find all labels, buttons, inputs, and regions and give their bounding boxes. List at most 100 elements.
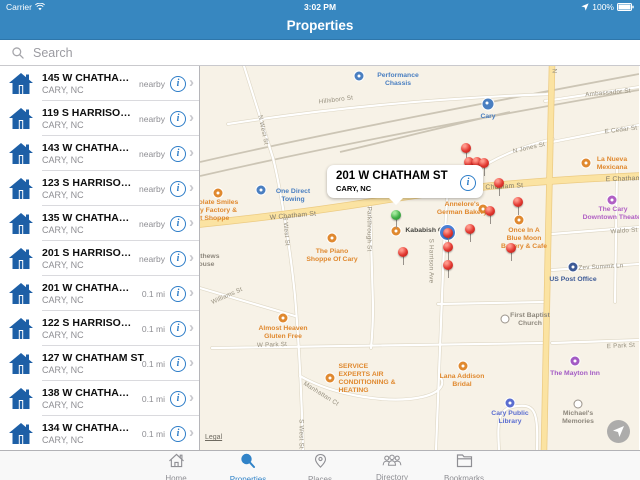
property-distance: nearby <box>127 219 165 229</box>
street-label: Parkthrough St <box>366 207 373 252</box>
street-label: W Park St <box>257 341 287 349</box>
list-item-text: 201 S HARRISO…CARY, NC <box>42 247 127 270</box>
poi-label: Lana AddisonBridal <box>440 373 485 389</box>
property-pin[interactable] <box>443 260 453 280</box>
list-item-text: 135 W CHATHA…CARY, NC <box>42 212 127 235</box>
property-distance: 0.1 mi <box>127 324 165 334</box>
tab-label: Properties <box>230 475 266 480</box>
info-icon[interactable]: i <box>170 426 186 442</box>
search-row <box>0 40 640 66</box>
property-pin[interactable] <box>465 224 475 244</box>
poi-label: SERVICEEXPERTS AIRCONDITIONING &HEATING <box>338 363 395 395</box>
list-item[interactable]: 201 W CHATHA…CARY, NC0.1 mii› <box>0 276 199 311</box>
search-input[interactable] <box>31 45 185 61</box>
tab-label: Places <box>308 475 332 480</box>
chevron-right-icon: › <box>189 250 194 265</box>
poi-icon <box>571 357 580 366</box>
callout-info-icon[interactable]: i <box>460 175 476 191</box>
search-icon <box>12 47 24 59</box>
house-icon <box>8 72 34 95</box>
tab-places[interactable]: Places <box>298 451 342 480</box>
property-distance: 0.1 mi <box>127 289 165 299</box>
property-list[interactable]: 145 W CHATHA…CARY, NCnearbyi›119 S HARRI… <box>0 66 200 450</box>
list-item[interactable]: 134 W CHATHA…CARY, NC0.1 mii› <box>0 416 199 450</box>
info-icon[interactable]: i <box>170 321 186 337</box>
list-item[interactable]: 122 S HARRISO…CARY, NC0.1 mi i› <box>0 311 199 346</box>
property-title: 122 S HARRISO… <box>42 317 127 329</box>
tab-bookmarks[interactable]: Bookmarks <box>442 451 486 480</box>
list-item-text: 143 W CHATHA…CARY, NC <box>42 142 127 165</box>
list-item[interactable]: 145 W CHATHA…CARY, NCnearbyi› <box>0 66 199 101</box>
info-icon[interactable]: i <box>170 146 186 162</box>
poi-label: Annelore'sGerman Bakery <box>437 201 487 217</box>
poi-icon <box>355 72 364 81</box>
chevron-right-icon: › <box>189 355 194 370</box>
property-title: 138 W CHATHA… <box>42 387 127 399</box>
tab-properties[interactable]: Properties <box>226 451 270 480</box>
chevron-right-icon: › <box>189 180 194 195</box>
house-icon <box>8 422 34 445</box>
info-icon[interactable]: i <box>170 111 186 127</box>
info-icon[interactable]: i <box>170 356 186 372</box>
poi-label: Cary PublicLibrary <box>491 410 528 426</box>
street-label: E Chatham St <box>606 175 639 184</box>
chevron-right-icon: › <box>189 320 194 335</box>
property-distance: 0.1 mi <box>127 394 165 404</box>
callout-title: 201 W CHATHAM ST <box>336 170 457 182</box>
info-icon[interactable]: i <box>170 76 186 92</box>
poi-label: First BaptistChurch <box>510 312 550 328</box>
info-icon[interactable]: i <box>170 181 186 197</box>
poi-label: Almost HeavenGluten Free <box>258 325 307 341</box>
tab-label: Bookmarks <box>444 474 484 480</box>
property-title: 135 W CHATHA… <box>42 212 127 224</box>
legal-link[interactable]: Legal <box>205 434 222 441</box>
property-pin[interactable] <box>513 197 523 217</box>
poi-icon <box>574 400 583 409</box>
info-icon[interactable]: i <box>170 286 186 302</box>
locate-me-button[interactable] <box>607 420 630 443</box>
poi-icon <box>483 99 494 110</box>
poi-label: Michael'sMemories <box>562 410 594 426</box>
property-city: CARY, NC <box>42 120 127 130</box>
list-item[interactable]: 138 W CHATHA…CARY, NC0.1 mii› <box>0 381 199 416</box>
poi-label: US Post Office <box>549 276 596 284</box>
map[interactable]: Hillsboro StN West StAmbassador StE Ceda… <box>200 66 639 450</box>
property-title: 127 W CHATHAM ST <box>42 352 127 364</box>
list-item[interactable]: 143 W CHATHA…CARY, NCnearbyi› <box>0 136 199 171</box>
tab-home[interactable]: Home <box>154 451 198 480</box>
house-icon <box>8 282 34 305</box>
list-item[interactable]: 123 S HARRISO…CARY, NCnearbyi› <box>0 171 199 206</box>
map-roads <box>200 66 639 450</box>
poi-label: Cary <box>480 113 495 121</box>
property-distance: nearby <box>127 184 165 194</box>
info-icon[interactable]: i <box>170 391 186 407</box>
property-distance: 0.1 mi <box>127 429 165 439</box>
property-pin[interactable] <box>398 247 408 267</box>
info-icon[interactable]: i <box>170 216 186 232</box>
property-pin[interactable] <box>485 206 495 226</box>
info-icon[interactable]: i <box>170 251 186 267</box>
tab-label: Directory <box>376 473 408 480</box>
tab-directory[interactable]: Directory <box>370 451 414 480</box>
selected-property-pin[interactable] <box>391 210 401 230</box>
list-item-text: 145 W CHATHA…CARY, NC <box>42 72 127 95</box>
list-item[interactable]: 119 S HARRISO…CARY, NCnearbyi› <box>0 101 199 136</box>
poi-icon <box>279 314 288 323</box>
house-icon <box>8 352 34 375</box>
poi-label: Chocolate SmilesCandy Factory &Gift Shop… <box>200 199 238 223</box>
property-pin[interactable] <box>506 243 516 263</box>
street-label: S Harrison Ave <box>428 239 435 284</box>
map-callout[interactable]: 201 W CHATHAM ST CARY, NC i <box>327 165 483 198</box>
list-item[interactable]: 201 S HARRISO…CARY, NCnearbyi› <box>0 241 199 276</box>
search-field[interactable] <box>0 40 200 65</box>
directory-icon <box>382 453 402 472</box>
property-title: 143 W CHATHA… <box>42 142 127 154</box>
property-pin[interactable] <box>443 242 453 262</box>
list-item[interactable]: 135 W CHATHA…CARY, NCnearbyi› <box>0 206 199 241</box>
property-city: CARY, NC <box>42 330 127 340</box>
property-pin[interactable] <box>494 178 504 198</box>
list-item[interactable]: 127 W CHATHAM STCARY, NC0.1 mii› <box>0 346 199 381</box>
battery-percent: 100% <box>592 2 614 12</box>
property-city: CARY, NC <box>42 190 127 200</box>
poi-icon <box>501 315 510 324</box>
